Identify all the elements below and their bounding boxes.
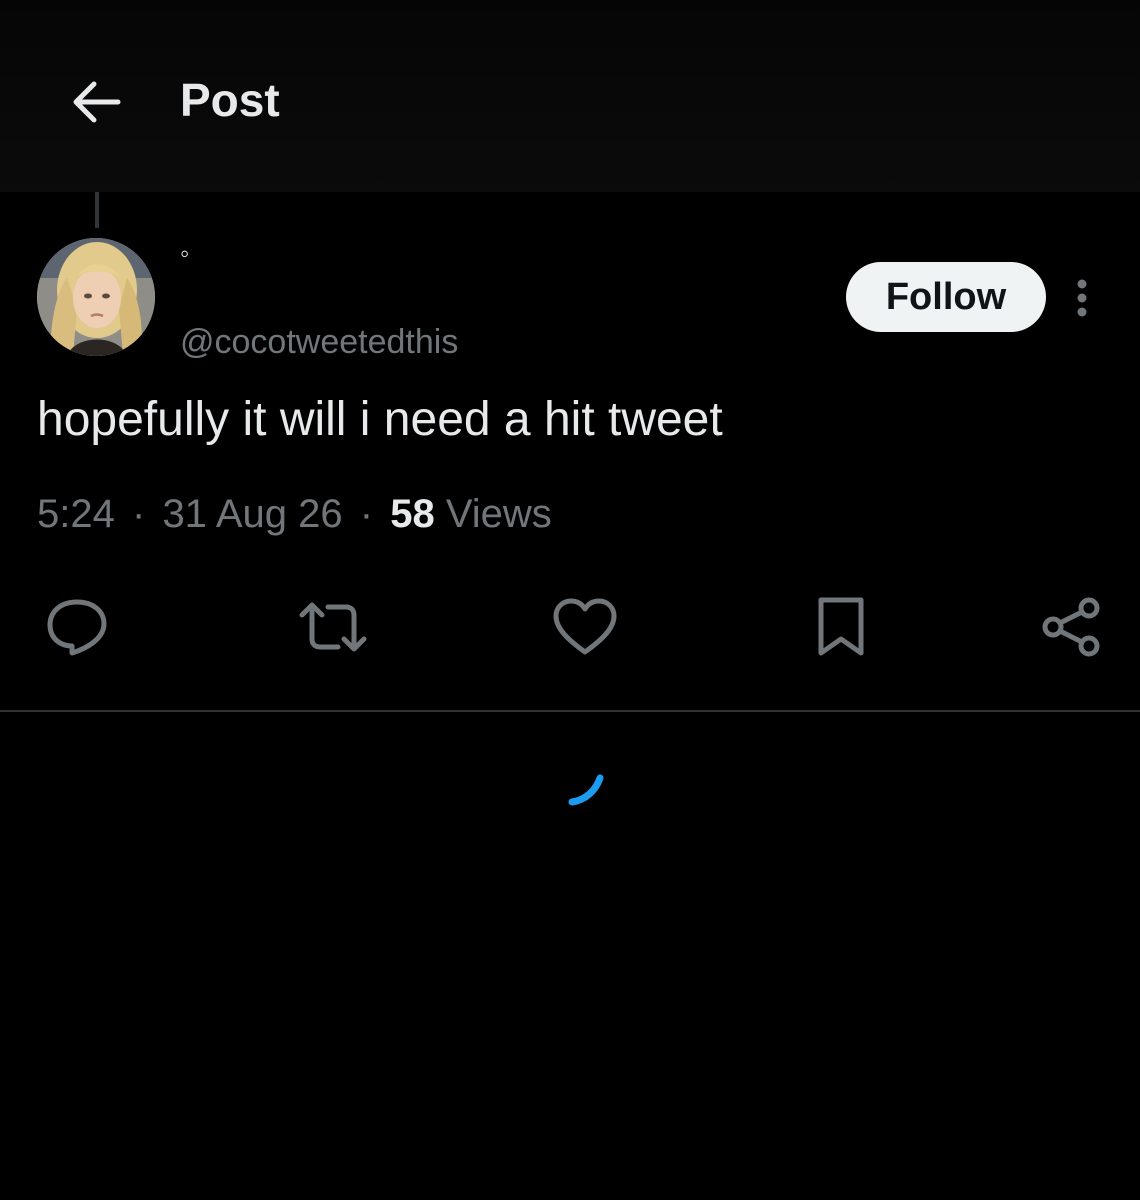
like-button[interactable] [550,594,620,660]
like-icon [553,598,617,655]
bookmark-button[interactable] [806,594,876,660]
top-bar: Post [0,0,1140,192]
author-handle[interactable]: @cocotweetedthis [180,320,458,364]
reply-button[interactable] [42,594,112,660]
loading-spinner [560,770,610,810]
thread-connector-line [95,192,99,228]
more-vertical-icon [1077,279,1087,317]
views-count[interactable]: 58 [390,492,435,536]
meta-separator: · [359,492,374,536]
views-label: Views [445,492,552,536]
divider [0,710,1140,712]
reply-icon [47,599,107,656]
avatar[interactable] [37,238,155,356]
tweet-time[interactable]: 5:24 [37,492,115,536]
follow-button[interactable]: Follow [846,262,1046,332]
share-button[interactable] [1036,594,1106,660]
share-icon [1042,597,1100,657]
more-options-button[interactable] [1064,276,1100,320]
retweet-icon [299,602,367,652]
tweet-date[interactable]: 31 Aug 26 [162,492,342,536]
retweet-button[interactable] [298,594,368,660]
tweet-text: hopefully it will i need a hit tweet [37,393,723,446]
page-title: Post [180,74,280,126]
tweet-meta: 5:24 · 31 Aug 26 · 58 Views [37,488,552,540]
loading-spinner-icon [568,774,604,806]
meta-separator: · [131,492,146,536]
back-button[interactable] [62,72,126,132]
arrow-left-icon [73,81,121,123]
avatar-image [37,238,155,356]
bookmark-icon [818,597,864,656]
author-display-name[interactable]: ◦ [180,238,189,268]
